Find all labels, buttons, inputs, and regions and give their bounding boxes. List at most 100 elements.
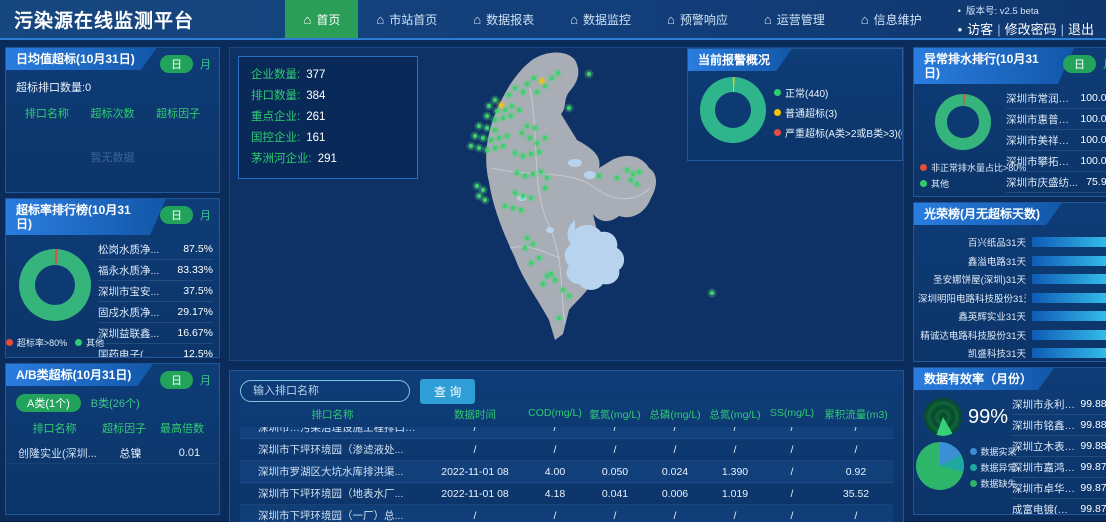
table-cell[interactable]: 深圳市下坪环境园（渗滤液处... bbox=[240, 442, 425, 457]
map-marker-normal[interactable] bbox=[485, 114, 489, 118]
map-marker-normal[interactable] bbox=[493, 118, 497, 122]
rank-list-item[interactable]: 成富电镀(深圳...99.87% bbox=[1012, 499, 1106, 515]
map-marker-normal[interactable] bbox=[477, 194, 481, 198]
map-marker-normal[interactable] bbox=[481, 188, 485, 192]
map-marker-normal[interactable] bbox=[501, 144, 505, 148]
map-marker-normal[interactable] bbox=[523, 174, 527, 178]
map-marker-normal[interactable] bbox=[528, 136, 532, 140]
toggle-day-button[interactable]: 日 bbox=[160, 206, 193, 224]
rank-list-item[interactable]: 深圳市美祥顺...100.0% bbox=[1006, 130, 1106, 151]
outlet-name-search-input[interactable] bbox=[240, 380, 410, 402]
user-link[interactable]: 退出 bbox=[1068, 22, 1094, 37]
nav-item-数据报表[interactable]: ⌂数据报表 bbox=[455, 0, 552, 38]
map-marker-normal[interactable] bbox=[477, 124, 481, 128]
rank-list-item[interactable]: 深圳市铭鑫华...99.88% bbox=[1012, 415, 1106, 436]
rank-list-item[interactable]: 深圳市永利电...99.88% bbox=[1012, 394, 1106, 415]
tab-class-a[interactable]: A类(1个) bbox=[16, 394, 81, 412]
table-cell[interactable]: 深圳市下坪环境园（一厂）总... bbox=[240, 508, 425, 522]
map-marker-normal[interactable] bbox=[545, 176, 549, 180]
map-marker-normal[interactable] bbox=[635, 182, 639, 186]
map-marker-normal[interactable] bbox=[493, 98, 497, 102]
map-marker-normal[interactable] bbox=[475, 184, 479, 188]
rank-list-item[interactable]: 深圳市宝安区...71.9% bbox=[1006, 193, 1106, 197]
map-marker-normal[interactable] bbox=[539, 170, 543, 174]
map-marker-normal[interactable] bbox=[513, 151, 517, 155]
map-marker-normal[interactable] bbox=[543, 136, 547, 140]
map-marker-normal[interactable] bbox=[550, 76, 554, 80]
map-marker-normal[interactable] bbox=[519, 208, 523, 212]
map-marker-normal[interactable] bbox=[515, 171, 519, 175]
map-marker-normal[interactable] bbox=[529, 196, 533, 200]
map-marker-normal[interactable] bbox=[521, 194, 525, 198]
map-marker-normal[interactable] bbox=[553, 278, 557, 282]
user-link[interactable]: 修改密码 bbox=[1005, 22, 1057, 37]
map-marker-normal[interactable] bbox=[561, 288, 565, 292]
table-cell[interactable]: 创隆实业(深圳... bbox=[6, 445, 101, 461]
query-button[interactable]: 查 询 bbox=[420, 379, 475, 404]
rank-list-item[interactable]: 固戍水质净...29.17% bbox=[98, 302, 213, 323]
toggle-day-button[interactable]: 日 bbox=[1063, 55, 1096, 73]
table-cell[interactable]: 深圳市罗湖区大坑水库排洪渠... bbox=[240, 464, 425, 479]
map-marker-normal[interactable] bbox=[481, 136, 485, 140]
map-marker-normal[interactable] bbox=[473, 134, 477, 138]
map-marker-normal[interactable] bbox=[511, 206, 515, 210]
map-marker-normal[interactable] bbox=[525, 82, 529, 86]
rank-list-item[interactable]: 国药电子(...12.5% bbox=[98, 344, 213, 358]
map-marker-normal[interactable] bbox=[495, 109, 499, 113]
map-marker-normal[interactable] bbox=[513, 86, 517, 90]
rank-list-item[interactable]: 深圳市卓华五...99.87% bbox=[1012, 478, 1106, 499]
rank-list-item[interactable]: 深圳市宝安...37.5% bbox=[98, 281, 213, 302]
rank-list-item[interactable]: 深圳市常润五...100.0% bbox=[1006, 88, 1106, 109]
map-marker-normal[interactable] bbox=[529, 152, 533, 156]
rank-list-item[interactable]: 福永水质净...83.33% bbox=[98, 260, 213, 281]
nav-item-首页[interactable]: ⌂首页 bbox=[285, 0, 358, 38]
map-marker-normal[interactable] bbox=[485, 126, 489, 130]
map-marker-normal[interactable] bbox=[517, 108, 521, 112]
map-marker-normal[interactable] bbox=[513, 191, 517, 195]
map-marker-normal[interactable] bbox=[493, 128, 497, 132]
map-marker-alert[interactable] bbox=[499, 103, 503, 107]
rank-list-item[interactable]: 深圳市嘉鸿泰...99.87% bbox=[1012, 457, 1106, 478]
map-marker-normal[interactable] bbox=[556, 71, 560, 75]
map-marker-normal[interactable] bbox=[625, 168, 629, 172]
map-marker-normal[interactable] bbox=[637, 170, 641, 174]
rank-list-item[interactable]: 深圳益联鑫...16.67% bbox=[98, 323, 213, 344]
toggle-month-button[interactable]: 月 bbox=[200, 56, 211, 72]
map-marker-normal[interactable] bbox=[489, 138, 493, 142]
map-marker-normal[interactable] bbox=[493, 146, 497, 150]
map-marker-normal[interactable] bbox=[710, 291, 714, 295]
toggle-month-button[interactable]: 月 bbox=[200, 207, 211, 223]
map-marker-normal[interactable] bbox=[505, 134, 509, 138]
map-marker-alert[interactable] bbox=[540, 79, 544, 83]
nav-item-市站首页[interactable]: ⌂市站首页 bbox=[358, 0, 455, 38]
map-marker-normal[interactable] bbox=[567, 106, 571, 110]
map-marker-normal[interactable] bbox=[520, 131, 524, 135]
map-marker-normal[interactable] bbox=[521, 90, 525, 94]
rank-list-item[interactable]: 深圳市庆盛纺...75.9% bbox=[1006, 172, 1106, 193]
map-marker-normal[interactable] bbox=[615, 176, 619, 180]
map-marker-normal[interactable] bbox=[531, 172, 535, 176]
table-cell[interactable]: 深圳市下坪环境园（地表水厂... bbox=[240, 486, 425, 501]
map-marker-normal[interactable] bbox=[537, 150, 541, 154]
rank-list-item[interactable]: 深圳市惠普斯...100.0% bbox=[1006, 109, 1106, 130]
map-marker-normal[interactable] bbox=[487, 104, 491, 108]
map-marker-normal[interactable] bbox=[567, 294, 571, 298]
rank-list-item[interactable]: 深圳立木表面...99.88% bbox=[1012, 436, 1106, 457]
map-marker-normal[interactable] bbox=[497, 136, 501, 140]
toggle-day-button[interactable]: 日 bbox=[160, 371, 193, 389]
map-marker-normal[interactable] bbox=[535, 90, 539, 94]
map-marker-normal[interactable] bbox=[597, 174, 601, 178]
map-marker-normal[interactable] bbox=[509, 114, 513, 118]
map-marker-normal[interactable] bbox=[469, 144, 473, 148]
map-marker-normal[interactable] bbox=[485, 148, 489, 152]
toggle-day-button[interactable]: 日 bbox=[160, 55, 193, 73]
map-marker-normal[interactable] bbox=[483, 198, 487, 202]
map-marker-normal[interactable] bbox=[525, 236, 529, 240]
nav-item-数据监控[interactable]: ⌂数据监控 bbox=[552, 0, 649, 38]
map-marker-normal[interactable] bbox=[525, 124, 529, 128]
map-marker-normal[interactable] bbox=[629, 178, 633, 182]
map-marker-normal[interactable] bbox=[543, 186, 547, 190]
map-marker-normal[interactable] bbox=[541, 282, 545, 286]
map-marker-normal[interactable] bbox=[532, 76, 536, 80]
rank-list-item[interactable]: 深圳市攀拓科...100.0% bbox=[1006, 151, 1106, 172]
